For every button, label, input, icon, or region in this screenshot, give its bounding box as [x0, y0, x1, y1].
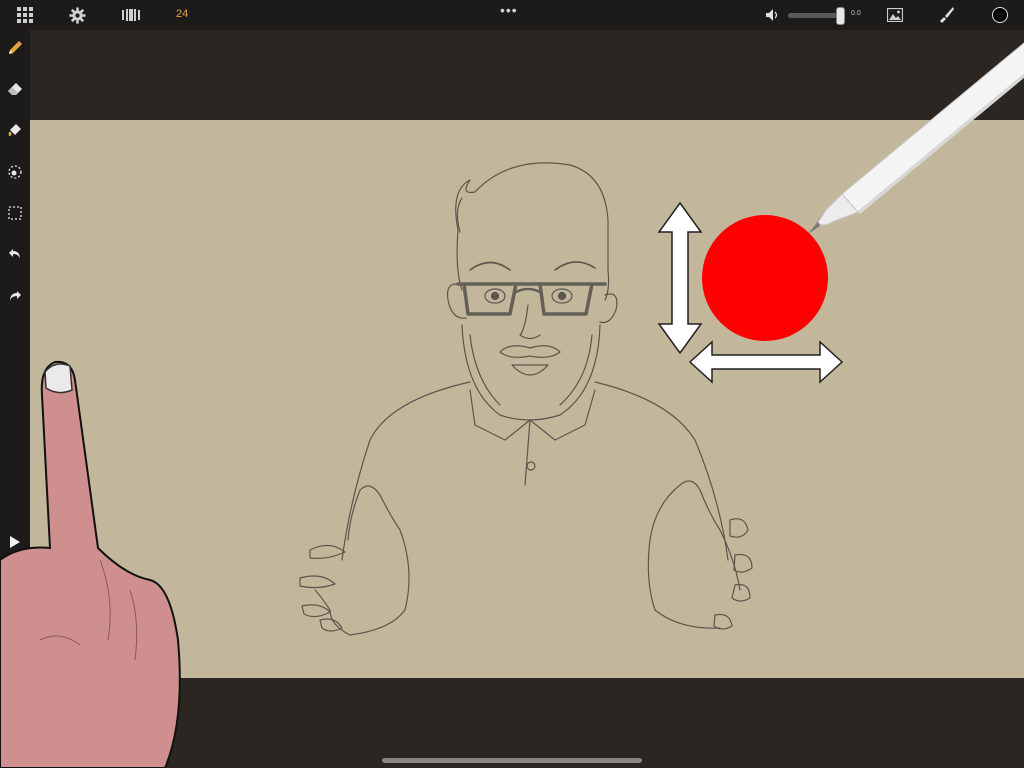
play-icon[interactable] [3, 530, 27, 554]
pencil-icon[interactable] [3, 36, 27, 60]
fill-bucket-icon[interactable] [3, 118, 27, 142]
image-icon[interactable] [884, 0, 906, 30]
more-menu-icon[interactable]: ••• [500, 2, 518, 18]
grid-icon[interactable] [14, 0, 36, 30]
volume-icon [764, 0, 780, 30]
brush-icon[interactable] [936, 0, 958, 30]
drawing-canvas[interactable] [30, 120, 1024, 678]
top-toolbar: 24 ••• 0.0 [0, 0, 1024, 30]
undo-icon[interactable] [3, 242, 27, 266]
lasso-icon[interactable] [3, 160, 27, 184]
color-swatch[interactable] [992, 7, 1008, 23]
left-toolbar [0, 30, 30, 768]
eraser-icon[interactable] [3, 77, 27, 101]
volume-slider-track[interactable] [788, 13, 840, 18]
volume-value: 0.0 [851, 10, 861, 17]
sketch-drawing [299, 162, 753, 636]
home-indicator [382, 758, 642, 763]
settings-gear-icon[interactable] [66, 0, 88, 30]
selection-icon[interactable] [3, 201, 27, 225]
frames-icon[interactable] [120, 0, 142, 30]
redo-icon[interactable] [3, 284, 27, 308]
volume-slider-knob[interactable] [836, 7, 845, 25]
frame-rate-label[interactable]: 24 [176, 8, 188, 20]
